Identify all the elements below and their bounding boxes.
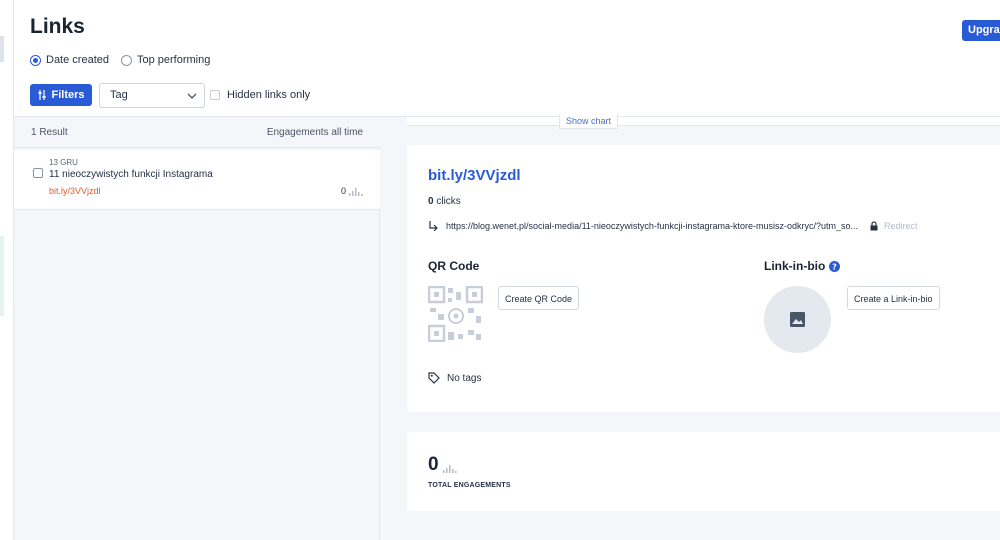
- link-date: 13 GRU: [49, 158, 78, 167]
- total-engagements-label: TOTAL ENGAGEMENTS: [428, 482, 511, 489]
- radio-unselected-icon[interactable]: [120, 54, 132, 66]
- svg-text:?: ?: [833, 262, 838, 271]
- tags-row: No tags: [428, 372, 481, 384]
- tag-icon: [428, 372, 440, 384]
- tag-select-value: Tag: [110, 89, 128, 101]
- link-select-checkbox[interactable]: [33, 168, 43, 178]
- clicks-summary: 0 clicks: [428, 196, 461, 207]
- help-icon[interactable]: ?: [829, 260, 841, 272]
- destination-row: https://blog.wenet.pl/social-media/11-ni…: [428, 221, 918, 231]
- link-detail-card: bit.ly/3VVjzdl 0 clicks https://blog.wen…: [407, 145, 1000, 412]
- link-in-bio-title: Link-in-bio ?: [764, 259, 841, 273]
- engagements-column-header: Engagements all time: [266, 127, 363, 138]
- chevron-down-icon: [187, 93, 197, 99]
- edge-marker: [0, 36, 4, 62]
- link-in-bio-title-text: Link-in-bio: [764, 259, 826, 273]
- hidden-links-checkbox[interactable]: [210, 90, 220, 100]
- show-chart-button[interactable]: Show chart: [559, 114, 618, 129]
- link-title: 11 nieoczywistych funkcji Instagrama: [49, 169, 213, 180]
- link-in-bio-avatar: [764, 286, 831, 353]
- sort-top-performing-label: Top performing: [136, 54, 211, 66]
- redirect-label[interactable]: Redirect: [884, 221, 918, 231]
- qr-code-title-text: QR Code: [428, 259, 480, 273]
- image-placeholder-icon: [790, 312, 805, 327]
- upgrade-button[interactable]: Upgrade: [962, 20, 1000, 41]
- clicks-label: clicks: [436, 196, 461, 207]
- engagements-card: 0 TOTAL ENGAGEMENTS: [407, 432, 1000, 511]
- result-count: 1 Result: [31, 127, 68, 138]
- qr-code-title: QR Code: [428, 259, 479, 273]
- hidden-links-label: Hidden links only: [227, 89, 311, 101]
- left-edge-strip: [0, 0, 14, 540]
- hidden-links-toggle[interactable]: Hidden links only: [210, 89, 310, 101]
- link-engagements-value: 0: [340, 186, 346, 196]
- create-qr-code-button[interactable]: Create QR Code: [498, 286, 580, 310]
- no-tags-label: No tags: [447, 372, 482, 384]
- destination-url[interactable]: https://blog.wenet.pl/social-media/11-ni…: [446, 221, 858, 231]
- sort-date-created[interactable]: Date created: [30, 54, 109, 66]
- links-list-panel: 1 Result Engagements all time 13 GRU 11 …: [14, 117, 380, 540]
- redirect-arrow-icon: [429, 221, 438, 231]
- create-link-in-bio-button[interactable]: Create a Link-in-bio: [847, 286, 940, 310]
- sort-top-performing[interactable]: Top performing: [120, 54, 211, 66]
- radio-selected-icon[interactable]: [30, 54, 41, 66]
- total-engagements-value: 0: [428, 454, 439, 475]
- page-title: Links: [30, 15, 85, 38]
- tag-select[interactable]: Tag: [99, 83, 205, 108]
- list-item[interactable]: 13 GRU 11 nieoczywistych funkcji Instagr…: [14, 150, 380, 210]
- list-header: 1 Result Engagements all time: [14, 117, 380, 148]
- qr-code-placeholder-icon: [428, 286, 483, 342]
- filters-label: Filters: [51, 89, 85, 101]
- total-engagements: 0: [428, 454, 457, 476]
- bar-chart-icon: [349, 188, 363, 196]
- clicks-count: 0: [428, 196, 434, 207]
- lock-icon: [870, 221, 878, 231]
- sort-date-created-label: Date created: [46, 54, 109, 66]
- bar-chart-icon: [442, 465, 457, 473]
- link-short-url: bit.ly/3VVjzdl: [49, 186, 101, 196]
- edge-marker-green: [0, 236, 4, 316]
- links-header: Links Upgrade Date created Top performin…: [14, 0, 1000, 117]
- chart-strip: [407, 117, 1000, 126]
- link-engagements: 0: [341, 186, 363, 196]
- sort-options: Date created Top performing: [30, 54, 222, 66]
- filters-button[interactable]: Filters: [30, 84, 92, 106]
- bitlink-title[interactable]: bit.ly/3VVjzdl: [428, 167, 521, 184]
- sliders-icon: [38, 90, 46, 100]
